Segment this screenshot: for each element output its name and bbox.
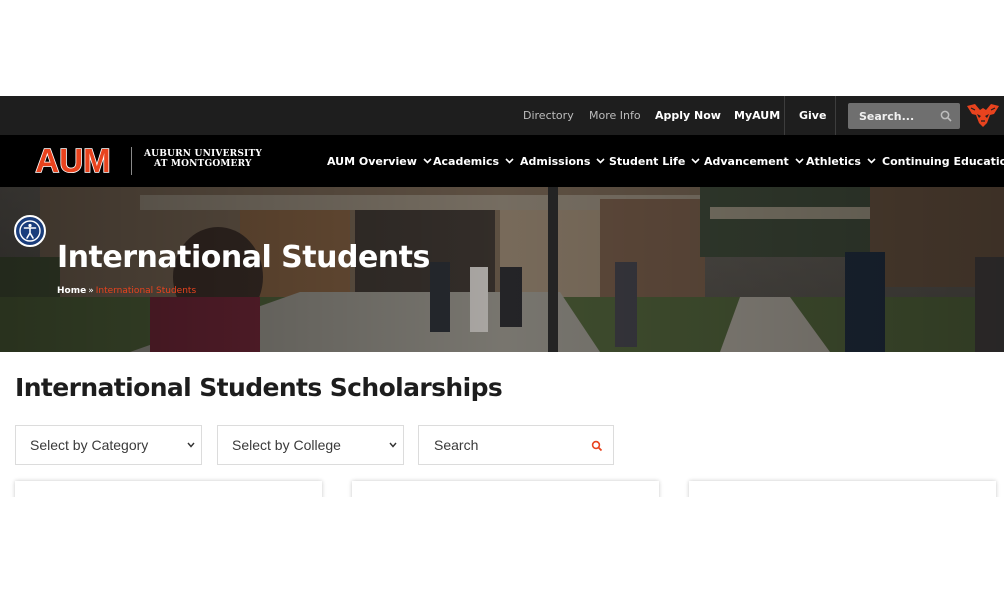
chevron-down-icon <box>867 158 876 164</box>
scholarship-search-input[interactable] <box>419 426 579 464</box>
university-name-line1: AUBURN UNIVERSITY <box>144 149 262 159</box>
tiger-logo-icon[interactable] <box>965 101 1001 129</box>
breadcrumb-home[interactable]: Home <box>57 286 86 296</box>
chevron-down-icon <box>596 158 605 164</box>
nav-label: AUM Overview <box>327 155 417 168</box>
nav-continuing-education[interactable]: Continuing Education <box>882 154 1004 170</box>
chevron-down-icon <box>423 158 432 164</box>
breadcrumb-separator: » <box>88 286 94 296</box>
nav-label: Advancement <box>704 155 789 168</box>
topbar-divider <box>835 96 836 135</box>
topbar-divider <box>784 96 785 135</box>
nav-advancement[interactable]: Advancement <box>704 154 804 170</box>
nav-academics[interactable]: Academics <box>433 154 514 170</box>
apply-now-link[interactable]: Apply Now <box>655 96 721 135</box>
scholarship-search[interactable] <box>418 425 614 465</box>
site-search[interactable] <box>848 103 960 129</box>
chevron-down-icon <box>505 158 514 164</box>
breadcrumb-current: International Students <box>95 286 197 296</box>
chevron-down-icon <box>389 442 397 448</box>
college-select-value: Select by College <box>232 437 341 453</box>
university-name-line2: AT MONTGOMERY <box>154 159 252 169</box>
myaum-link[interactable]: MyAUM <box>734 96 780 135</box>
nav-label: Admissions <box>520 155 591 168</box>
more-info-link[interactable]: More Info <box>589 96 641 135</box>
nav-label: Athletics <box>806 155 861 168</box>
hero-title: International Students <box>57 240 430 275</box>
give-link[interactable]: Give <box>799 96 826 135</box>
directory-link[interactable]: Directory <box>523 96 574 135</box>
aum-logo[interactable]: AUM <box>25 143 121 177</box>
nav-aum-overview[interactable]: AUM Overview <box>327 154 432 170</box>
nav-athletics[interactable]: Athletics <box>806 154 876 170</box>
nav-student-life[interactable]: Student Life <box>609 154 700 170</box>
nav-label: Continuing Education <box>882 155 1004 168</box>
page-cutoff <box>0 497 1004 591</box>
page-title: International Students Scholarships <box>15 373 503 402</box>
site-search-input[interactable] <box>848 103 936 129</box>
nav-admissions[interactable]: Admissions <box>520 154 605 170</box>
nav-label: Academics <box>433 155 500 168</box>
search-icon[interactable] <box>940 110 952 122</box>
accessibility-icon <box>19 220 41 242</box>
category-select[interactable]: Select by Category <box>15 425 202 465</box>
college-select[interactable]: Select by College <box>217 425 404 465</box>
category-select-value: Select by Category <box>30 437 149 453</box>
search-icon[interactable] <box>591 440 603 452</box>
logo-divider <box>131 147 132 175</box>
nav-label: Student Life <box>609 155 686 168</box>
logo-wordmark: AUM <box>35 143 110 177</box>
chevron-down-icon <box>795 158 804 164</box>
chevron-down-icon <box>691 158 700 164</box>
chevron-down-icon <box>187 442 195 448</box>
accessibility-button[interactable] <box>14 215 46 247</box>
breadcrumb: Home» International Students <box>57 286 196 296</box>
